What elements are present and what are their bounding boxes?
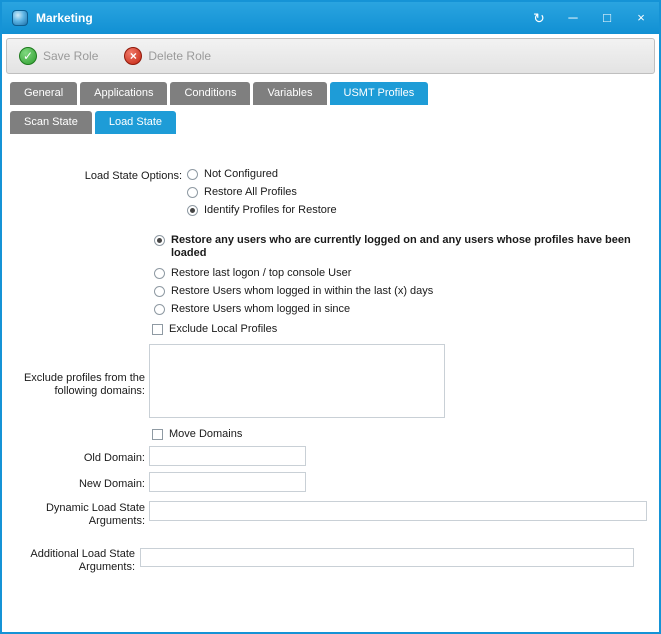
- primary-tab-bar: General Applications Conditions Variable…: [2, 82, 659, 105]
- radio-label: Not Configured: [204, 168, 278, 181]
- window-controls: ↻ ─ □ ×: [531, 10, 649, 26]
- new-domain-label: New Domain:: [2, 478, 145, 491]
- old-domain-label: Old Domain:: [2, 452, 145, 465]
- checkbox-icon: [152, 429, 163, 440]
- delete-role-label: Delete Role: [148, 49, 211, 63]
- radio-icon: [154, 286, 165, 297]
- tab-conditions[interactable]: Conditions: [170, 82, 250, 105]
- tab-applications[interactable]: Applications: [80, 82, 167, 105]
- checkbox-label: Exclude Local Profiles: [169, 323, 277, 336]
- delete-x-icon: ×: [124, 47, 142, 65]
- old-domain-input[interactable]: [149, 446, 306, 466]
- marketing-window: Marketing ↻ ─ □ × ✓ Save Role × Delete R…: [0, 0, 661, 634]
- checkbox-icon: [152, 324, 163, 335]
- tab-scan-state[interactable]: Scan State: [10, 111, 92, 134]
- move-domains-checkbox[interactable]: Move Domains: [152, 428, 242, 441]
- refresh-icon[interactable]: ↻: [531, 10, 547, 26]
- radio-icon: [187, 187, 198, 198]
- radio-icon: [154, 268, 165, 279]
- radio-label: Restore Users whom logged in since: [171, 303, 350, 316]
- titlebar: Marketing ↻ ─ □ ×: [2, 2, 659, 34]
- dynamic-args-label: Dynamic Load State Arguments:: [2, 502, 145, 528]
- additional-args-input[interactable]: [140, 548, 634, 567]
- delete-role-button[interactable]: × Delete Role: [124, 47, 211, 65]
- load-state-options-label: Load State Options:: [2, 170, 182, 183]
- save-role-label: Save Role: [43, 49, 98, 63]
- radio-icon: [187, 205, 198, 216]
- radio-restore-all-profiles[interactable]: Restore All Profiles: [187, 186, 297, 199]
- save-role-button[interactable]: ✓ Save Role: [19, 47, 98, 65]
- radio-not-configured[interactable]: Not Configured: [187, 168, 278, 181]
- tab-usmt-profiles[interactable]: USMT Profiles: [330, 82, 429, 105]
- radio-label: Restore Users whom logged in within the …: [171, 285, 433, 298]
- radio-identify-profiles[interactable]: Identify Profiles for Restore: [187, 204, 337, 217]
- minimize-icon[interactable]: ─: [565, 10, 581, 26]
- load-state-panel: Load State Options: Not Configured Resto…: [2, 134, 659, 632]
- radio-restore-last-logon[interactable]: Restore last logon / top console User: [154, 267, 351, 280]
- tab-variables[interactable]: Variables: [253, 82, 326, 105]
- radio-label: Restore any users who are currently logg…: [171, 234, 659, 260]
- radio-icon: [187, 169, 198, 180]
- app-icon: [12, 10, 28, 26]
- radio-icon: [154, 304, 165, 315]
- exclude-local-profiles-checkbox[interactable]: Exclude Local Profiles: [152, 323, 277, 336]
- new-domain-input[interactable]: [149, 472, 306, 492]
- tab-load-state[interactable]: Load State: [95, 111, 176, 134]
- radio-restore-logged-in-since[interactable]: Restore Users whom logged in since: [154, 303, 350, 316]
- window-title: Marketing: [36, 11, 93, 25]
- checkbox-label: Move Domains: [169, 428, 242, 441]
- radio-label: Restore last logon / top console User: [171, 267, 351, 280]
- exclude-domains-label: Exclude profiles from the following doma…: [2, 372, 145, 398]
- tab-general[interactable]: General: [10, 82, 77, 105]
- dynamic-args-input[interactable]: [149, 501, 647, 521]
- radio-label: Identify Profiles for Restore: [204, 204, 337, 217]
- toolbar: ✓ Save Role × Delete Role: [6, 38, 655, 74]
- save-check-icon: ✓: [19, 47, 37, 65]
- close-icon[interactable]: ×: [633, 10, 649, 26]
- radio-restore-logged-on-users[interactable]: Restore any users who are currently logg…: [154, 234, 659, 260]
- radio-icon: [154, 235, 165, 246]
- radio-label: Restore All Profiles: [204, 186, 297, 199]
- secondary-tab-bar: Scan State Load State: [2, 111, 659, 134]
- maximize-icon[interactable]: □: [599, 10, 615, 26]
- additional-args-label: Additional Load State Arguments:: [2, 548, 135, 574]
- exclude-domains-textarea[interactable]: [149, 344, 445, 418]
- radio-restore-last-x-days[interactable]: Restore Users whom logged in within the …: [154, 285, 433, 298]
